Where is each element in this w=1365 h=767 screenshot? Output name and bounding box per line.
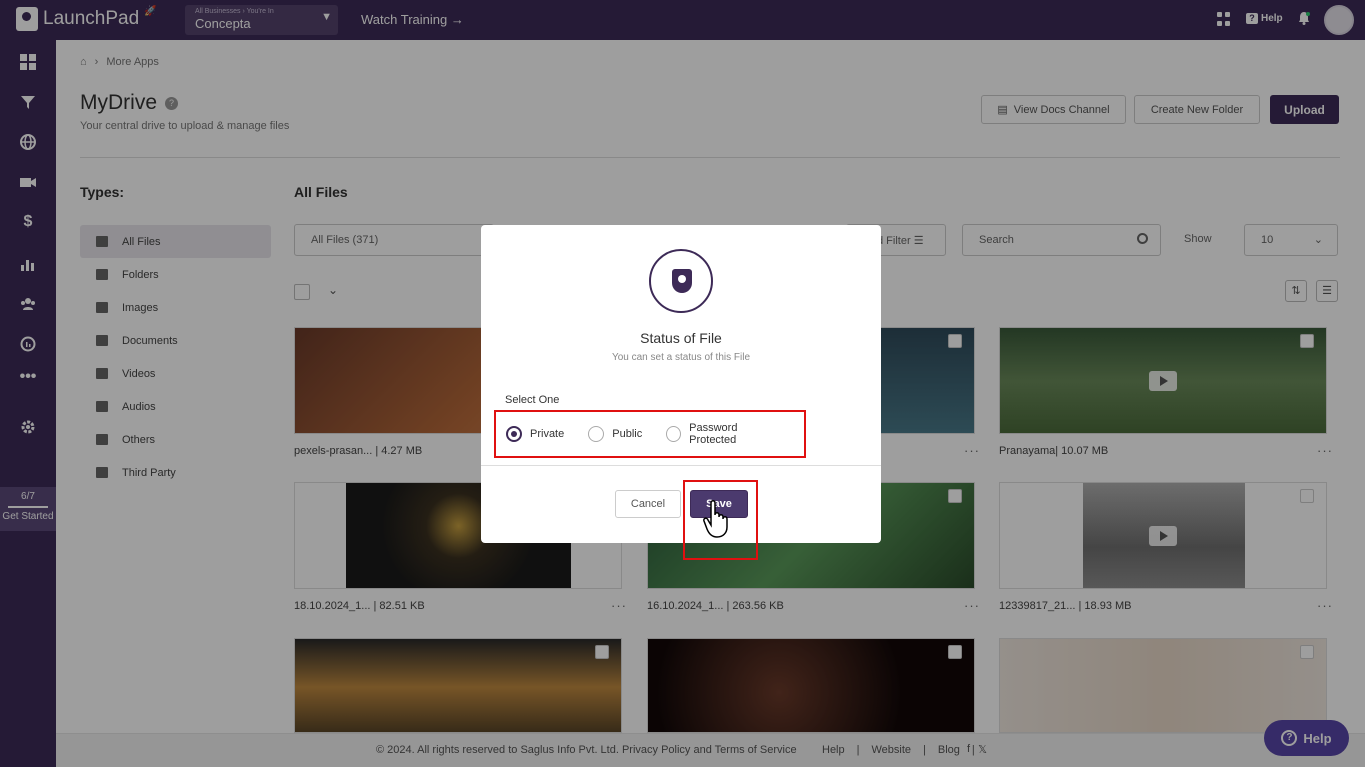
radio-label: Private (530, 428, 565, 440)
radio-label: Public (612, 428, 643, 440)
cancel-button[interactable]: Cancel (615, 490, 681, 518)
radio-empty-icon[interactable] (588, 426, 605, 442)
radio-label: Password Protected (689, 422, 738, 446)
hand-cursor-icon (703, 500, 728, 538)
file-status-modal: Status of File You can set a status of t… (481, 225, 881, 560)
radio-private[interactable]: Private (506, 426, 564, 442)
modal-subtitle: You can set a status of this File (611, 352, 751, 363)
modal-title: Status of File (640, 330, 722, 346)
select-one-label: Select One (505, 394, 560, 406)
radio-public[interactable]: Public (588, 426, 642, 442)
modal-divider (481, 465, 881, 466)
radio-empty-icon[interactable] (666, 426, 682, 442)
status-radio-group: Private Public Password Protected (494, 410, 806, 458)
shield-icon (649, 249, 713, 313)
radio-password-protected[interactable]: Password Protected (666, 422, 780, 446)
radio-selected-icon[interactable] (506, 426, 522, 442)
